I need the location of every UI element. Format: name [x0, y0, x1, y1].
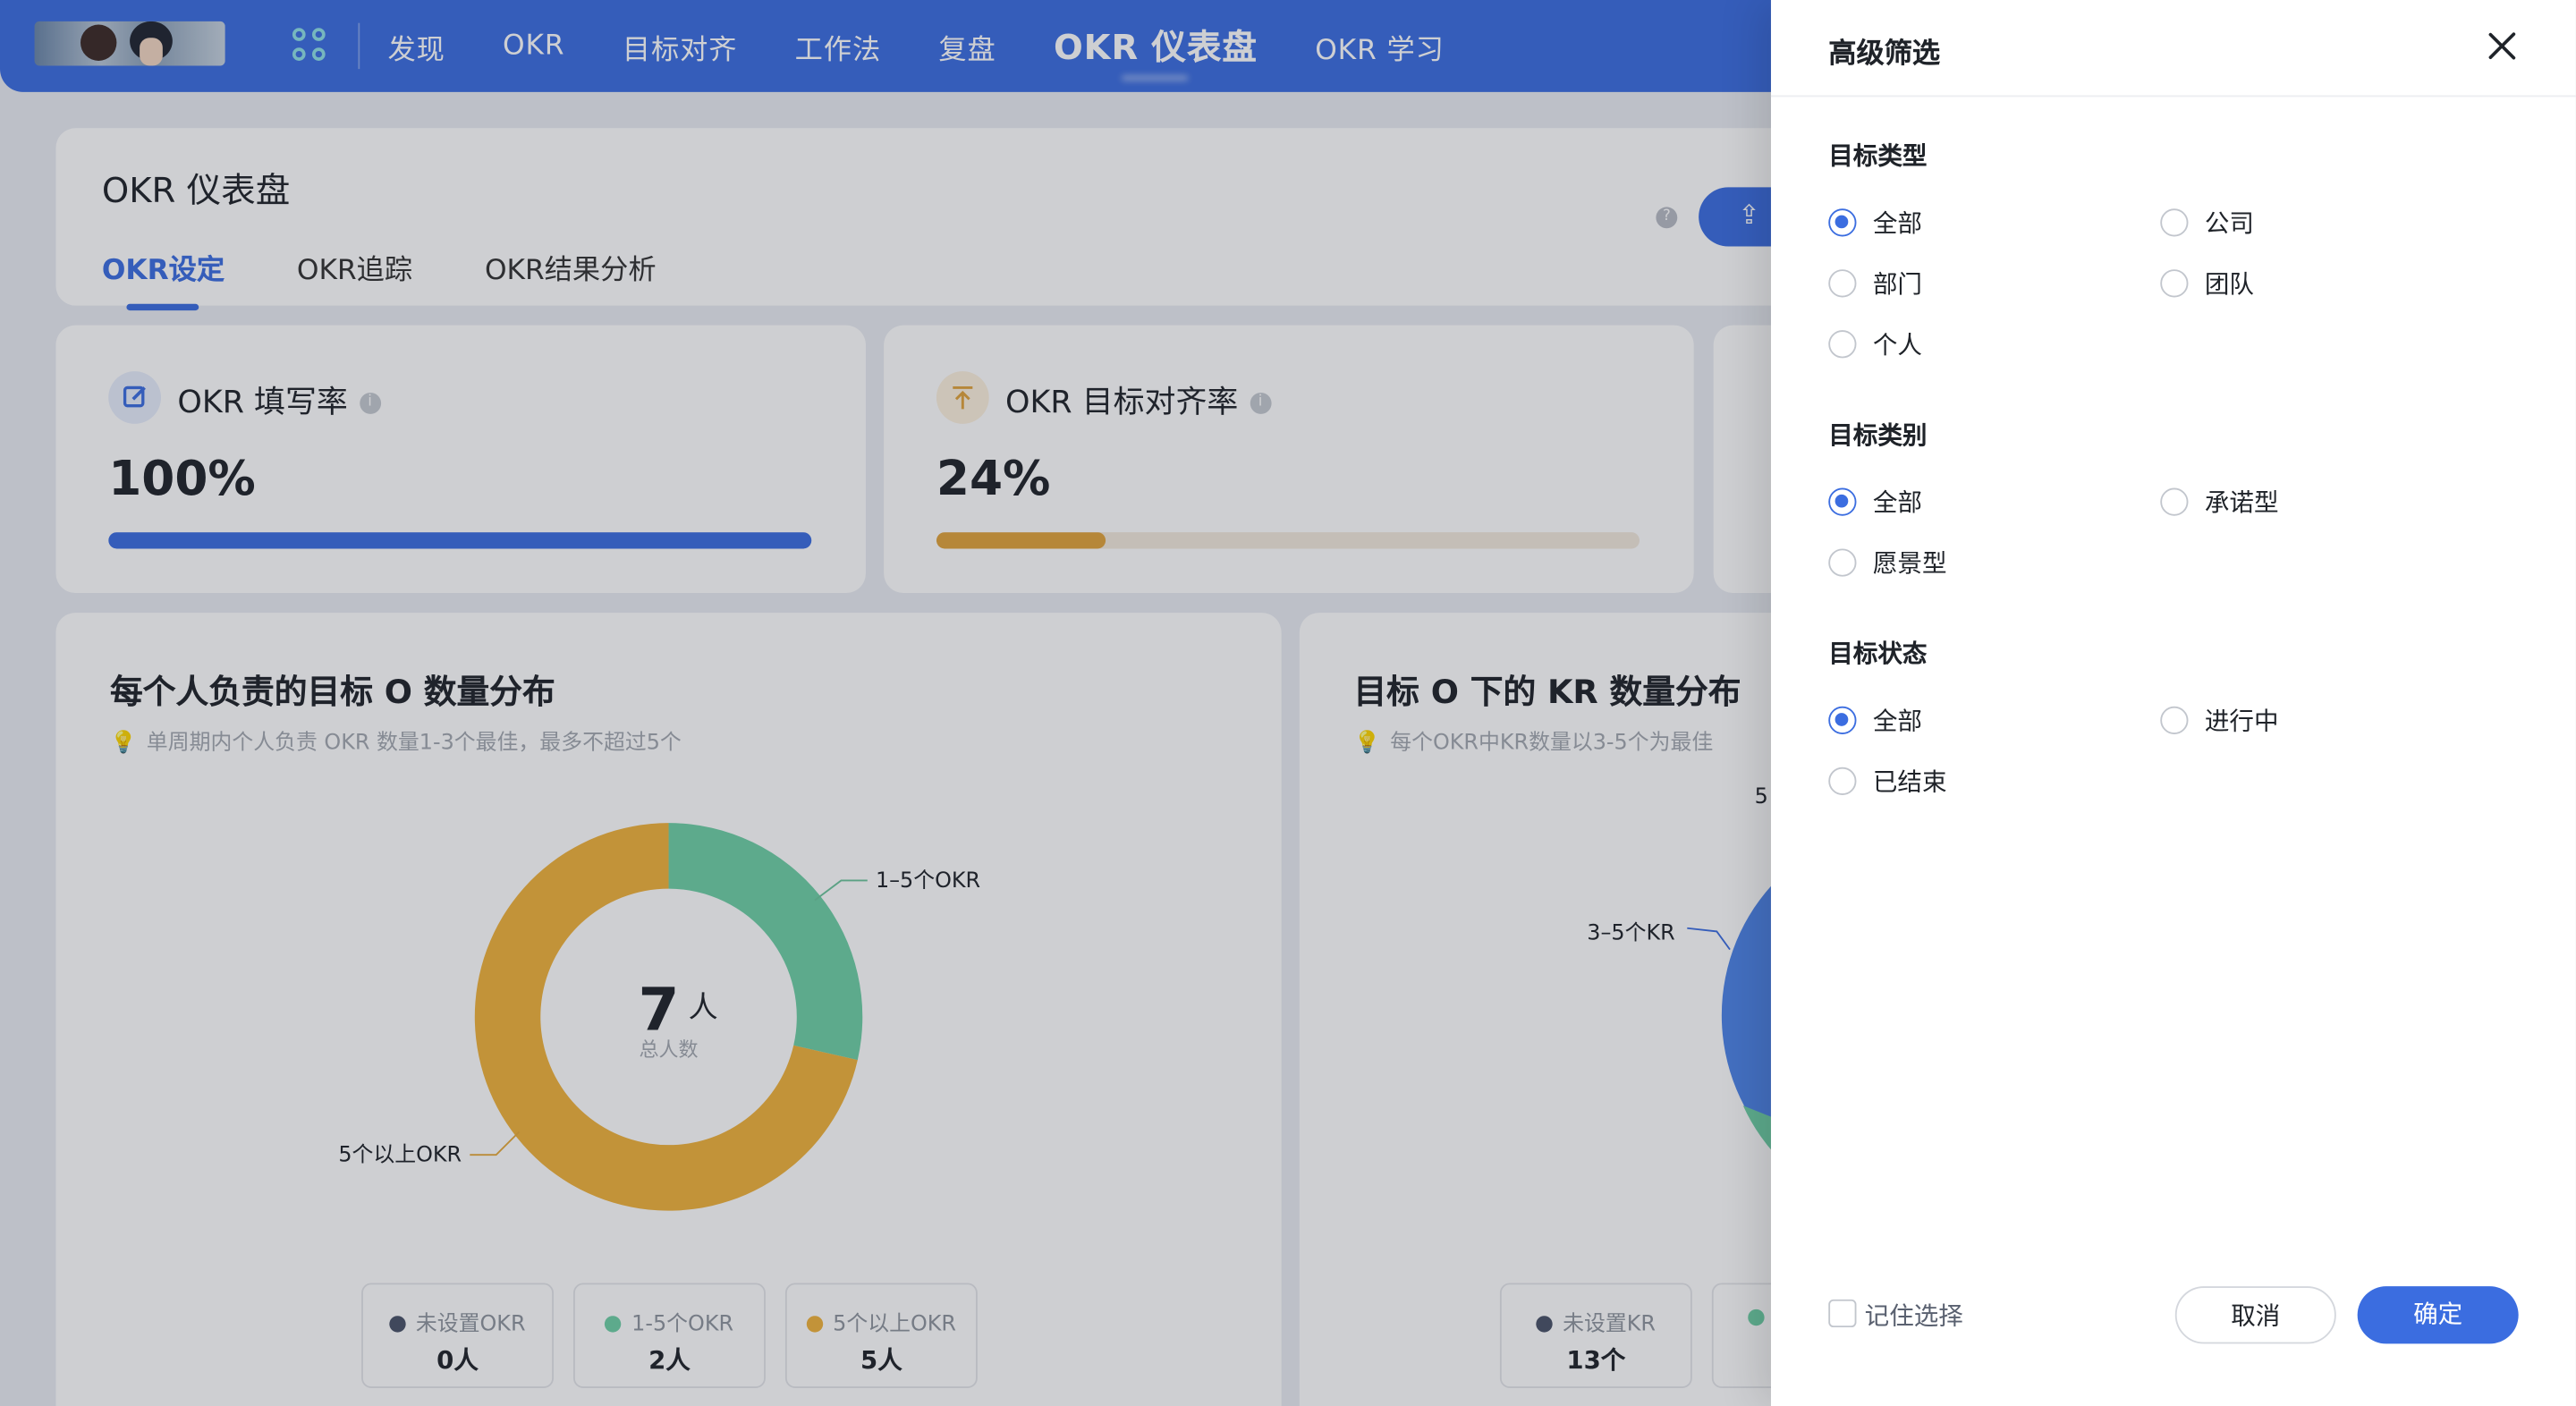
radio-type-company[interactable]: 公司 [2160, 206, 2254, 241]
remember-checkbox[interactable] [1828, 1299, 1857, 1328]
advanced-filter-drawer: 高级筛选 目标类型 全部 公司 部门 团队 个人 目标类别 全部 承诺型 愿景型… [1770, 0, 2576, 1406]
radio-type-team[interactable]: 团队 [2160, 267, 2254, 301]
cancel-button[interactable]: 取消 [2174, 1286, 2336, 1344]
radio-status-all[interactable]: 全部 [1828, 703, 1922, 738]
radio-category-aspirational[interactable]: 愿景型 [1828, 546, 1947, 580]
radio-category-all[interactable]: 全部 [1828, 485, 1922, 520]
remember-label[interactable]: 记住选择 [1865, 1298, 1963, 1333]
filter-group-type-label: 目标类型 [1828, 140, 1928, 172]
close-icon[interactable] [2484, 28, 2520, 64]
radio-type-all[interactable]: 全部 [1828, 206, 1922, 241]
radio-category-committed[interactable]: 承诺型 [2160, 485, 2279, 520]
radio-type-personal[interactable]: 个人 [1828, 327, 1922, 362]
confirm-button[interactable]: 确定 [2357, 1286, 2519, 1344]
radio-type-department[interactable]: 部门 [1828, 267, 1922, 301]
radio-status-in-progress[interactable]: 进行中 [2160, 703, 2279, 738]
drawer-header: 高级筛选 [1770, 0, 2576, 97]
drawer-title: 高级筛选 [1828, 38, 1941, 71]
filter-group-status-label: 目标状态 [1828, 639, 1928, 669]
app-root: 发现 OKR 目标对齐 工作法 复盘 OKR 仪表盘 OKR 学习 OKR 仪表… [0, 0, 2576, 1406]
radio-status-ended[interactable]: 已结束 [1828, 764, 1947, 799]
filter-group-category-label: 目标类别 [1828, 420, 1928, 451]
